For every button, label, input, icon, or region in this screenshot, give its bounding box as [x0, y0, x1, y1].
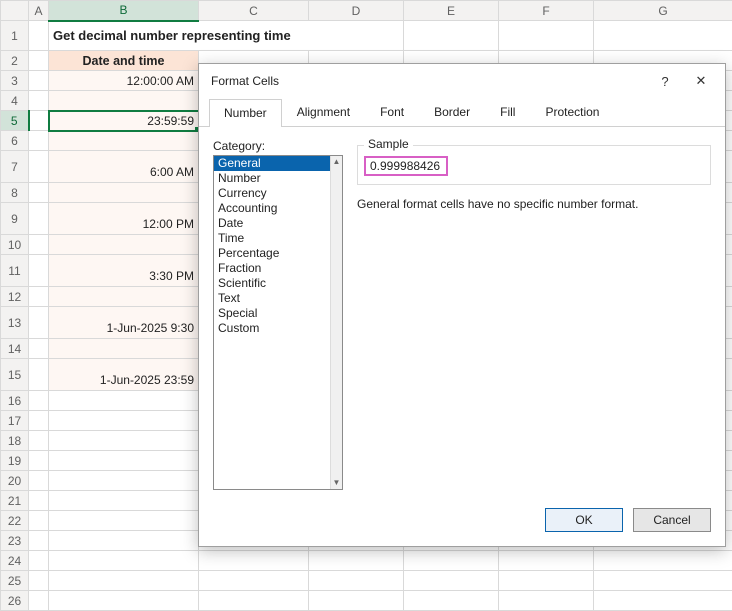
col-D[interactable]: D [309, 1, 404, 21]
row-24[interactable]: 24 [1, 551, 29, 571]
category-special[interactable]: Special [214, 306, 330, 321]
col-A[interactable]: A [29, 1, 49, 21]
row-13[interactable]: 13 [1, 307, 29, 339]
row-3[interactable]: 3 [1, 71, 29, 91]
listbox-scrollbar[interactable]: ▲ ▼ [330, 156, 342, 489]
cell-B6[interactable] [49, 131, 199, 151]
cell-E1[interactable] [404, 21, 499, 51]
select-all-corner[interactable] [1, 1, 29, 21]
row-4[interactable]: 4 [1, 91, 29, 111]
cell-B14[interactable] [49, 339, 199, 359]
tab-border[interactable]: Border [419, 98, 485, 126]
cell-B2[interactable]: Date and time [49, 51, 199, 71]
tab-protection[interactable]: Protection [530, 98, 614, 126]
cell-B8[interactable] [49, 183, 199, 203]
cell-B1[interactable]: Get decimal number representing time [49, 21, 404, 51]
row-25[interactable]: 25 [1, 571, 29, 591]
help-button[interactable]: ? [647, 67, 683, 95]
cell-A1[interactable] [29, 21, 49, 51]
col-F[interactable]: F [499, 1, 594, 21]
row-20[interactable]: 20 [1, 471, 29, 491]
cell-B5[interactable]: 23:59:59 [49, 111, 199, 131]
row-22[interactable]: 22 [1, 511, 29, 531]
cell-G1[interactable] [594, 21, 732, 51]
close-button[interactable]: ✕ [683, 67, 719, 95]
tab-alignment[interactable]: Alignment [282, 98, 365, 126]
row-6[interactable]: 6 [1, 131, 29, 151]
row-18[interactable]: 18 [1, 431, 29, 451]
cell-B3[interactable]: 12:00:00 AM [49, 71, 199, 91]
cell-A3[interactable] [29, 71, 49, 91]
category-currency[interactable]: Currency [214, 186, 330, 201]
row-12[interactable]: 12 [1, 287, 29, 307]
cell-B9[interactable]: 12:00 PM [49, 203, 199, 235]
row-8[interactable]: 8 [1, 183, 29, 203]
row-7[interactable]: 7 [1, 151, 29, 183]
ok-button[interactable]: OK [545, 508, 623, 532]
sample-group: Sample 0.999988426 [357, 145, 711, 185]
close-icon: ✕ [696, 73, 707, 89]
row-5[interactable]: 5 [1, 111, 29, 131]
format-cells-dialog: Format Cells ? ✕ Number Alignment Font B… [198, 63, 726, 547]
cell-B15[interactable]: 1-Jun-2025 23:59 [49, 359, 199, 391]
row-19[interactable]: 19 [1, 451, 29, 471]
col-E[interactable]: E [404, 1, 499, 21]
row-14[interactable]: 14 [1, 339, 29, 359]
category-number[interactable]: Number [214, 171, 330, 186]
row-15[interactable]: 15 [1, 359, 29, 391]
cell-F1[interactable] [499, 21, 594, 51]
category-date[interactable]: Date [214, 216, 330, 231]
dialog-tabs: Number Alignment Font Border Fill Protec… [199, 98, 725, 127]
row-2[interactable]: 2 [1, 51, 29, 71]
row-1[interactable]: 1 [1, 21, 29, 51]
row-11[interactable]: 11 [1, 255, 29, 287]
format-description: General format cells have no specific nu… [357, 197, 711, 211]
scroll-down-icon: ▼ [333, 477, 341, 489]
row-10[interactable]: 10 [1, 235, 29, 255]
category-text[interactable]: Text [214, 291, 330, 306]
category-time[interactable]: Time [214, 231, 330, 246]
col-G[interactable]: G [594, 1, 732, 21]
cell-B10[interactable] [49, 235, 199, 255]
category-scientific[interactable]: Scientific [214, 276, 330, 291]
sample-label: Sample [364, 137, 413, 151]
row-9[interactable]: 9 [1, 203, 29, 235]
row-26[interactable]: 26 [1, 591, 29, 611]
cell-B11[interactable]: 3:30 PM [49, 255, 199, 287]
cell-A2[interactable] [29, 51, 49, 71]
category-percentage[interactable]: Percentage [214, 246, 330, 261]
dialog-titlebar[interactable]: Format Cells ? ✕ [199, 64, 725, 98]
row-21[interactable]: 21 [1, 491, 29, 511]
tab-fill[interactable]: Fill [485, 98, 530, 126]
category-custom[interactable]: Custom [214, 321, 330, 336]
category-label: Category: [213, 139, 343, 153]
row-17[interactable]: 17 [1, 411, 29, 431]
tab-number[interactable]: Number [209, 99, 282, 127]
category-general[interactable]: General [214, 156, 330, 171]
tab-font[interactable]: Font [365, 98, 419, 126]
category-fraction[interactable]: Fraction [214, 261, 330, 276]
col-B[interactable]: B [49, 1, 199, 21]
cell-B7[interactable]: 6:00 AM [49, 151, 199, 183]
row-23[interactable]: 23 [1, 531, 29, 551]
category-listbox[interactable]: General Number Currency Accounting Date … [213, 155, 343, 490]
cell-B13[interactable]: 1-Jun-2025 9:30 [49, 307, 199, 339]
row-16[interactable]: 16 [1, 391, 29, 411]
category-accounting[interactable]: Accounting [214, 201, 330, 216]
scroll-up-icon: ▲ [333, 156, 341, 168]
cancel-button[interactable]: Cancel [633, 508, 711, 532]
cell-B4[interactable] [49, 91, 199, 111]
dialog-title: Format Cells [211, 74, 279, 88]
sample-value: 0.999988426 [364, 156, 448, 176]
col-C[interactable]: C [199, 1, 309, 21]
cell-B12[interactable] [49, 287, 199, 307]
cell-A5[interactable] [29, 111, 49, 131]
